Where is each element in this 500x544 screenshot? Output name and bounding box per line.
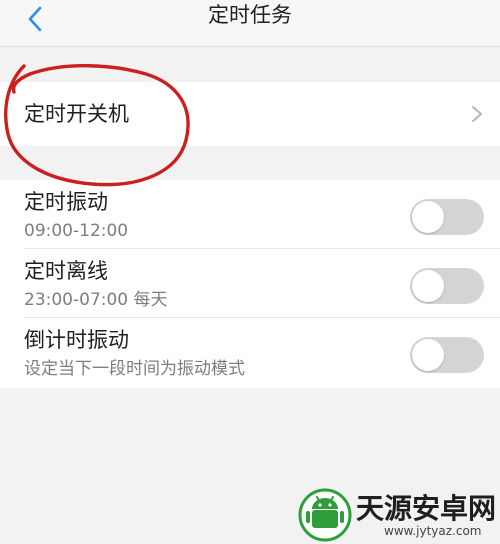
settings-row-offline: 定时离线 23:00-07:00 每天 <box>0 249 500 318</box>
site-watermark: 天源安卓网 www.jytyaz.com <box>298 488 498 544</box>
schedule-section: 定时振动 09:00-12:00 定时离线 23:00-07:00 每天 倒计时… <box>0 180 500 388</box>
timed-power-label: 定时开关机 <box>24 102 129 126</box>
nav-bar: 定时任务 <box>0 0 500 47</box>
power-section: 定时开关机 <box>0 82 500 146</box>
vibrate-toggle[interactable] <box>410 199 484 235</box>
android-logo-icon <box>298 488 352 542</box>
page-title: 定时任务 <box>208 3 292 27</box>
row-title: 定时振动 <box>24 190 108 214</box>
row-subtitle: 23:00-07:00 每天 <box>24 290 168 310</box>
row-title: 定时离线 <box>24 259 108 283</box>
row-subtitle: 09:00-12:00 <box>24 221 129 241</box>
offline-toggle[interactable] <box>410 268 484 304</box>
toggle-knob <box>412 339 444 371</box>
countdown-vibrate-toggle[interactable] <box>410 337 484 373</box>
settings-row-countdown: 倒计时振动 设定当下一段时间为振动模式 <box>0 318 500 388</box>
row-subtitle: 设定当下一段时间为振动模式 <box>24 359 245 379</box>
timed-power-row[interactable]: 定时开关机 <box>0 82 500 146</box>
screen: 定时任务 定时开关机 定时振动 09:00-12:00 定时离线 23:00-0… <box>0 0 500 544</box>
settings-row-vibrate: 定时振动 09:00-12:00 <box>0 180 500 249</box>
toggle-knob <box>412 201 444 233</box>
watermark-name: 天源安卓网 <box>356 492 497 525</box>
toggle-knob <box>412 270 444 302</box>
chevron-right-icon <box>472 106 482 122</box>
watermark-url: www.jytyaz.com <box>384 524 482 538</box>
row-title: 倒计时振动 <box>24 328 129 352</box>
